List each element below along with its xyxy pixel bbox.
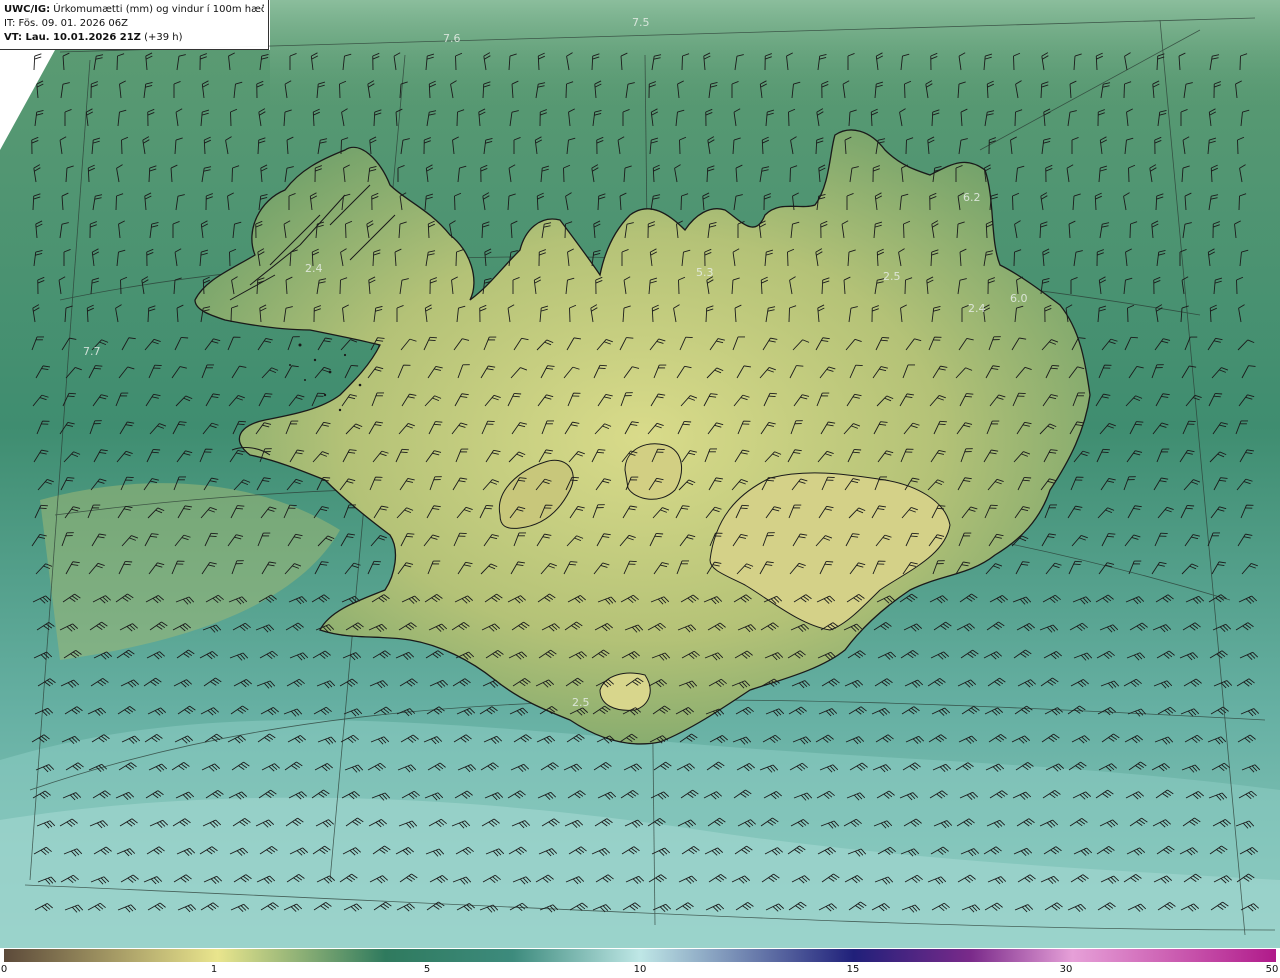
colorbar-tick-label: 1 — [210, 964, 218, 975]
valid-time: VT: Lau. 10.01.2026 21Z — [4, 32, 141, 43]
map-title-box: UWC/IG: Úrkomumætti (mm) og vindur í 100… — [0, 0, 269, 50]
colorbar-tick-label: 5 — [423, 964, 431, 975]
colorbar-tick-label: 0 — [0, 964, 8, 975]
value-label: 2.5 — [572, 696, 590, 709]
colorbar-tick-label: 15 — [846, 964, 860, 975]
value-label: 2.5 — [883, 270, 901, 283]
value-label: 2.4 — [305, 262, 323, 275]
colorbar-tick-label: 30 — [1059, 964, 1073, 975]
value-label: 7.7 — [83, 345, 101, 358]
value-label: 2.4 — [968, 302, 986, 315]
colorbar-tick-label: 50 — [1265, 964, 1279, 975]
value-label: 7.6 — [443, 32, 461, 45]
issue-time: IT: Fös. 09. 01. 2026 06Z — [4, 18, 128, 29]
north-sea-band — [270, 0, 1280, 110]
product-title: Úrkomumætti (mm) og vindur í 100m hæð — [53, 4, 264, 15]
value-label: 5.3 — [696, 266, 714, 279]
forecast-offset: (+39 h) — [144, 32, 183, 43]
map-panel: 7.5 7.6 6.2 5.3 2.5 6.0 2.4 2.4 7.7 2.5 … — [0, 0, 1280, 948]
colorbar-legend: 0 1 5 10 15 30 50 — [0, 948, 1280, 978]
precipitation-map: 7.5 7.6 6.2 5.3 2.5 6.0 2.4 2.4 7.7 2.5 — [0, 0, 1280, 948]
wind-barb — [33, 53, 42, 71]
colorbar-tick-label: 10 — [633, 964, 647, 975]
product-code: UWC/IG: — [4, 4, 51, 15]
value-label: 7.5 — [632, 16, 650, 29]
value-label: 6.2 — [963, 191, 981, 204]
value-label: 6.0 — [1010, 292, 1028, 305]
colorbar-strip — [4, 949, 1276, 962]
